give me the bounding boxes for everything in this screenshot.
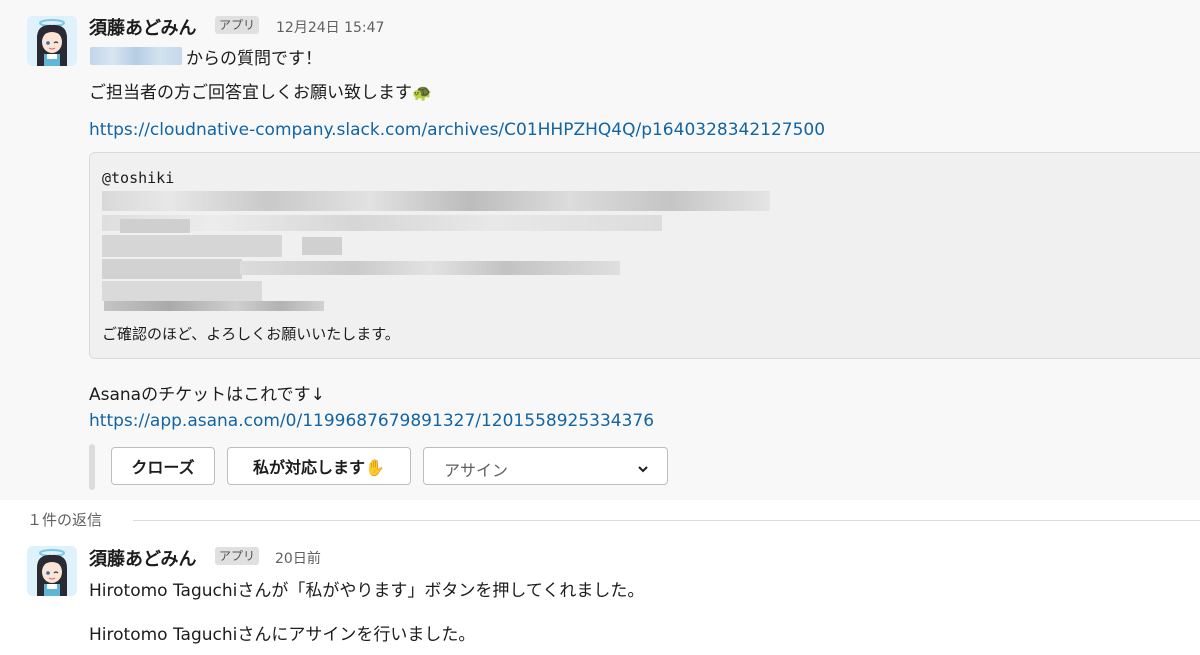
handle-button[interactable]: 私が対応します✋ [227,447,411,485]
redacted-name [90,47,182,65]
attachment-bar [89,444,95,490]
close-button[interactable]: クローズ [111,447,215,485]
asana-ticket-text: Asanaのチケットはこれです↓ [89,385,325,405]
message-line-1: からの質問です！ [186,49,322,69]
assign-select[interactable]: アサイン [423,447,668,485]
assign-select-placeholder: アサイン [444,461,509,480]
avatar-icon [27,546,77,596]
quote-closing-line: ご確認のほど、よろしくお願いいたします。 [102,325,400,343]
message-timestamp[interactable]: 12月24日 15:47 [276,17,384,37]
avatar[interactable] [27,16,77,66]
sender-name[interactable]: 須藤あどみん [89,14,196,40]
quoted-message-block: @toshiki ご確認のほど、よろしくお願いいたします。 [89,152,1200,359]
asana-ticket-link[interactable]: https://app.asana.com/0/1199687679891327… [89,411,654,431]
reply-line-2: Hirotomo Taguchiさんにアサインを行いました。 [89,625,476,645]
message-container: 須藤あどみん アプリ 12月24日 15:47 からの質問です！ ご担当者の方ご… [0,0,1200,500]
avatar-icon [27,16,77,66]
reply-line-1: Hirotomo Taguchiさんが「私がやります」ボタンを押してくれました。 [89,581,645,601]
reply-timestamp[interactable]: 20日前 [275,548,321,568]
reply-sender-name[interactable]: 須藤あどみん [89,545,196,571]
reply-app-badge: アプリ [215,547,260,565]
replies-divider [133,520,1200,521]
reply-avatar[interactable] [27,546,77,596]
message-line-2: ご担当者の方ご回答宜しくお願い致します🐢 [89,78,432,103]
message-line-2-text: ご担当者の方ご回答宜しくお願い致します [89,83,412,103]
turtle-emoji-icon: 🐢 [412,83,432,102]
quote-mention: @toshiki [102,169,175,187]
app-badge: アプリ [215,16,260,34]
chevron-down-icon [637,460,649,479]
slack-message-link[interactable]: https://cloudnative-company.slack.com/ar… [89,120,825,140]
replies-count[interactable]: １件の返信 [27,509,102,530]
